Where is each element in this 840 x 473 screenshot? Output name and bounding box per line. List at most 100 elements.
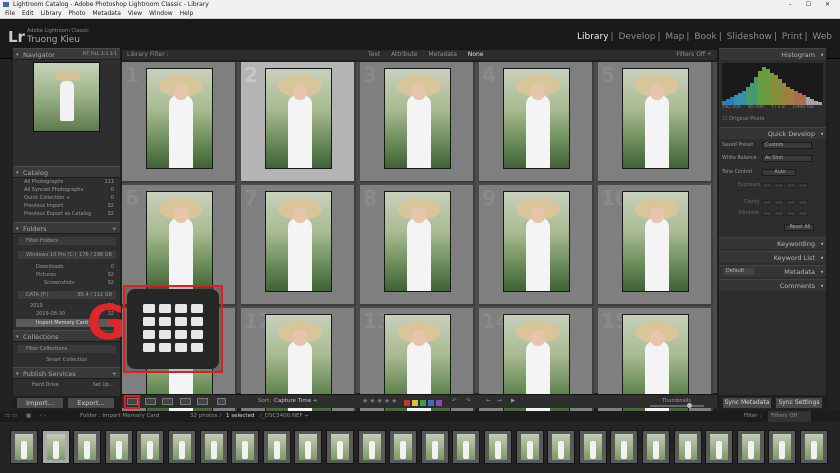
color-label-purple[interactable] (436, 400, 442, 406)
grid-cell[interactable]: 2 (241, 62, 356, 183)
catalog-item[interactable]: Previous Import 32 (16, 202, 118, 210)
module-book[interactable]: Book (694, 32, 716, 42)
folders-header[interactable]: Folders + (13, 222, 120, 235)
saved-preset-dropdown[interactable]: Custom (762, 142, 812, 149)
filter-tab-attribute[interactable]: Attribute (391, 51, 418, 58)
clarity-increase[interactable] (786, 200, 796, 205)
publish-setup-link[interactable]: Set Up... (93, 381, 114, 389)
filter-folders-field[interactable]: Filter Folders (18, 237, 116, 245)
navigator-header[interactable]: Navigator FIT FILL 1:1 3:1 (13, 48, 120, 61)
reset-all-button[interactable]: Reset All (784, 224, 814, 231)
white-balance-dropdown[interactable]: As Shot (762, 155, 812, 162)
filmstrip-thumbnail[interactable] (547, 430, 576, 464)
right-panel-edge[interactable] (828, 59, 840, 411)
exposure-increase-large[interactable] (798, 183, 808, 188)
catalog-item[interactable]: All Synced Photographs 0 (16, 186, 118, 194)
grid-cell[interactable]: 4 (479, 62, 594, 183)
photo-thumbnail[interactable] (146, 191, 213, 292)
rotate-left-icon[interactable]: ↶ (452, 398, 457, 404)
module-map[interactable]: Map (665, 32, 684, 42)
window-controls[interactable]: – ☐ ✕ (789, 0, 836, 9)
photo-thumbnail[interactable] (503, 68, 570, 169)
module-develop[interactable]: Develop (618, 32, 655, 42)
catalog-header[interactable]: Catalog (13, 166, 120, 179)
original-photo-checkbox[interactable]: ☐ Original Photo (723, 116, 765, 122)
grid-cell[interactable]: 7 (241, 185, 356, 306)
sync-settings-button[interactable]: Sync Settings (775, 397, 823, 409)
histogram-graph[interactable] (722, 63, 823, 105)
photo-thumbnail[interactable] (622, 191, 689, 292)
metadata-preset-dropdown[interactable]: Default (724, 268, 755, 275)
filmstrip-thumbnail[interactable] (610, 430, 639, 464)
menu-view[interactable]: View (128, 10, 142, 17)
filmstrip-thumbnail[interactable] (73, 430, 102, 464)
filter-dropdown[interactable]: Filters Off (768, 411, 812, 422)
import-button[interactable]: Import... (16, 397, 64, 409)
navigator-preview[interactable] (33, 62, 100, 132)
source-path[interactable]: Folder : Import Memory Card (80, 411, 159, 422)
sort-dropdown[interactable]: Capture Time ÷ (274, 398, 317, 404)
filmstrip-thumbnail[interactable] (578, 430, 607, 464)
filmstrip-thumbnail[interactable] (642, 430, 670, 464)
histogram-header[interactable]: Histogram (719, 48, 826, 61)
keyword-list-header[interactable]: Keyword List (719, 251, 826, 264)
left-panel-edge[interactable] (0, 59, 12, 411)
filmstrip-thumbnail[interactable] (294, 430, 323, 464)
filter-tab-metadata[interactable]: Metadata (428, 51, 456, 58)
color-label-blue[interactable] (428, 400, 434, 406)
back-arrow-icon[interactable]: ‹ › (40, 411, 46, 422)
loupe-view-icon[interactable] (145, 398, 156, 405)
color-label-red[interactable] (404, 400, 410, 406)
grid-cell[interactable]: 5 (598, 62, 713, 183)
photo-thumbnail[interactable] (384, 191, 451, 292)
next-photo-icon[interactable]: → (497, 398, 502, 404)
filmstrip-thumbnail[interactable] (800, 430, 828, 464)
comments-header[interactable]: Comments (719, 279, 826, 292)
exposure-decrease[interactable] (774, 183, 784, 188)
exposure-increase[interactable] (786, 183, 796, 188)
filmstrip-thumbnail[interactable] (199, 430, 228, 464)
filmstrip-thumbnail[interactable] (357, 430, 386, 464)
add-folder-icon[interactable]: + (112, 223, 117, 235)
module-web[interactable]: Web (812, 32, 832, 42)
filmstrip-thumbnail[interactable] (262, 430, 291, 464)
filmstrip-thumbnail[interactable] (420, 430, 449, 464)
previous-photo-icon[interactable]: ← (486, 398, 491, 404)
survey-view-icon[interactable] (180, 398, 191, 405)
auto-tone-button[interactable]: Auto (762, 169, 796, 176)
filters-off-dropdown[interactable]: Filters Off ÷ (676, 50, 712, 60)
grid-cell[interactable]: 1 (122, 62, 237, 183)
filmstrip-thumbnail[interactable] (768, 430, 797, 464)
photo-thumbnail[interactable] (503, 191, 570, 292)
catalog-item[interactable]: Previous Export as Catalog 32 (16, 210, 118, 218)
folder-item[interactable]: Pictures 32 (16, 271, 118, 279)
filmstrip-thumbnail[interactable] (10, 430, 38, 464)
thumbnail-size-slider[interactable] (650, 405, 704, 407)
filter-tab-text[interactable]: Text (368, 51, 380, 58)
menu-window[interactable]: Window (149, 10, 173, 17)
filmstrip-thumbnail[interactable] (41, 430, 70, 464)
photo-thumbnail[interactable] (384, 68, 451, 169)
slideshow-play-icon[interactable]: ▶ (511, 398, 515, 404)
filmstrip-thumbnail[interactable] (452, 430, 481, 464)
filmstrip-thumbnail[interactable] (231, 430, 260, 464)
publish-service-item[interactable]: Hard Drive Set Up... (16, 381, 118, 389)
filmstrip-thumbnail[interactable] (104, 430, 133, 464)
grid-shortcut-icon[interactable]: ▦ (26, 411, 31, 422)
filmstrip-thumbnail[interactable] (705, 430, 734, 464)
grid-cell[interactable]: 8 (360, 185, 475, 306)
menu-edit[interactable]: Edit (22, 10, 34, 17)
module-print[interactable]: Print (782, 32, 803, 42)
filmstrip-thumbnail[interactable] (389, 430, 418, 464)
menu-photo[interactable]: Photo (68, 10, 85, 17)
folder-item[interactable]: Screenshots 32 (16, 279, 118, 287)
catalog-item[interactable]: All Photographs 111 (16, 178, 118, 186)
metadata-header[interactable]: Default Metadata (719, 265, 826, 278)
vibrance-increase-large[interactable] (798, 211, 808, 216)
quick-develop-header[interactable]: Quick Develop (719, 127, 826, 140)
people-view-icon[interactable] (197, 398, 208, 405)
publish-services-header[interactable]: Publish Services + (13, 367, 120, 380)
clarity-decrease-large[interactable] (762, 200, 772, 205)
painter-icon[interactable] (217, 398, 226, 405)
compare-view-icon[interactable] (162, 398, 173, 405)
